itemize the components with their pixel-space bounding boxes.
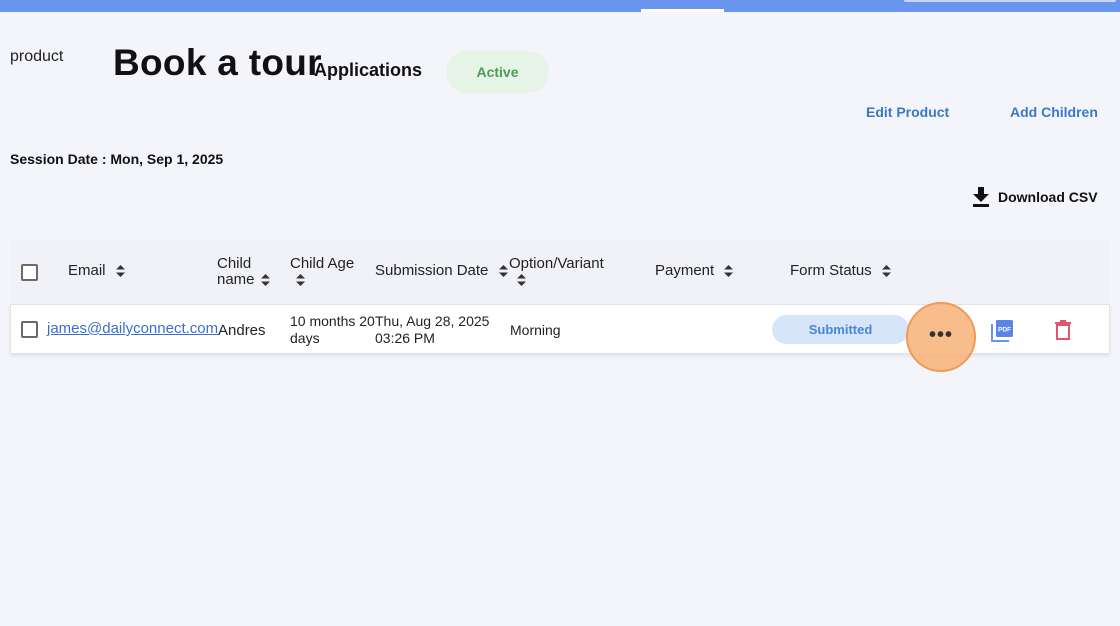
column-header-child-name-line1: Child [217,255,252,272]
option-variant-cell: Morning [510,322,561,338]
column-header-submission-date-label: Submission Date [375,262,489,279]
table-row: james@dailyconnect.com Andres 10 months … [10,302,1110,372]
sort-icon[interactable] [724,265,734,278]
sort-icon[interactable] [881,265,891,278]
edit-product-button[interactable]: Edit Product [866,104,949,120]
select-all-checkbox[interactable] [21,264,38,281]
submission-time-line2: 03:26 PM [375,330,435,346]
top-app-bar [0,0,1120,12]
submission-date-cell: Thu, Aug 28, 2025 03:26 PM [375,313,489,347]
child-age-cell: 10 months 20 days [290,313,375,347]
column-header-child-name[interactable]: Child name [217,256,270,288]
column-header-submission-date[interactable]: Submission Date [375,263,508,279]
child-age-line1: 10 months 20 [290,313,375,329]
page-subtitle: Applications [314,60,423,80]
download-csv-button[interactable]: Download CSV [972,186,1098,208]
topbar-search-edge [904,0,1116,2]
sort-icon[interactable] [296,274,305,287]
column-header-child-age[interactable]: Child Age [290,256,354,288]
sort-icon[interactable] [517,274,526,287]
row-checkbox[interactable] [21,321,38,338]
column-header-payment-label: Payment [655,262,715,279]
download-icon [973,187,989,207]
add-children-button[interactable]: Add Children [1010,104,1098,120]
sort-icon[interactable] [260,274,270,287]
form-status-badge[interactable]: Submitted [772,315,909,344]
product-image-alt: product [10,48,64,65]
product-image: product [10,47,100,67]
download-csv-label: Download CSV [998,189,1098,205]
column-header-option-variant[interactable]: Option/Variant [509,256,604,288]
sort-icon[interactable] [498,265,508,278]
session-date: Session Date : Mon, Sep 1, 2025 [10,151,224,167]
column-header-payment[interactable]: Payment [655,262,734,279]
svg-text:PDF: PDF [998,327,1011,334]
email-link[interactable]: james@dailyconnect.com [47,320,218,337]
submission-date-line1: Thu, Aug 28, 2025 [375,313,490,329]
more-icon: ••• [928,324,953,346]
column-header-email[interactable]: Email [68,263,125,279]
column-header-child-name-line2: name [217,271,255,288]
column-header-email-label: Email [68,262,106,279]
column-header-child-age-label: Child Age [290,255,355,272]
column-header-form-status[interactable]: Form Status [790,263,891,279]
more-options-button[interactable]: ••• [906,302,976,372]
column-header-option-variant-label: Option/Variant [509,255,604,272]
sort-icon[interactable] [115,265,125,278]
active-tab-indicator [641,9,724,12]
table-header: Email Child name Child Age Submission Da… [10,241,1110,303]
child-name-cell: Andres [218,322,266,339]
trash-icon[interactable] [1055,320,1071,340]
column-header-form-status-label: Form Status [790,262,872,279]
child-age-line2: days [290,330,320,346]
page-title: Book a tour [113,42,322,83]
status-badge: Active [446,51,549,93]
pdf-icon[interactable]: PDF [991,319,1014,342]
